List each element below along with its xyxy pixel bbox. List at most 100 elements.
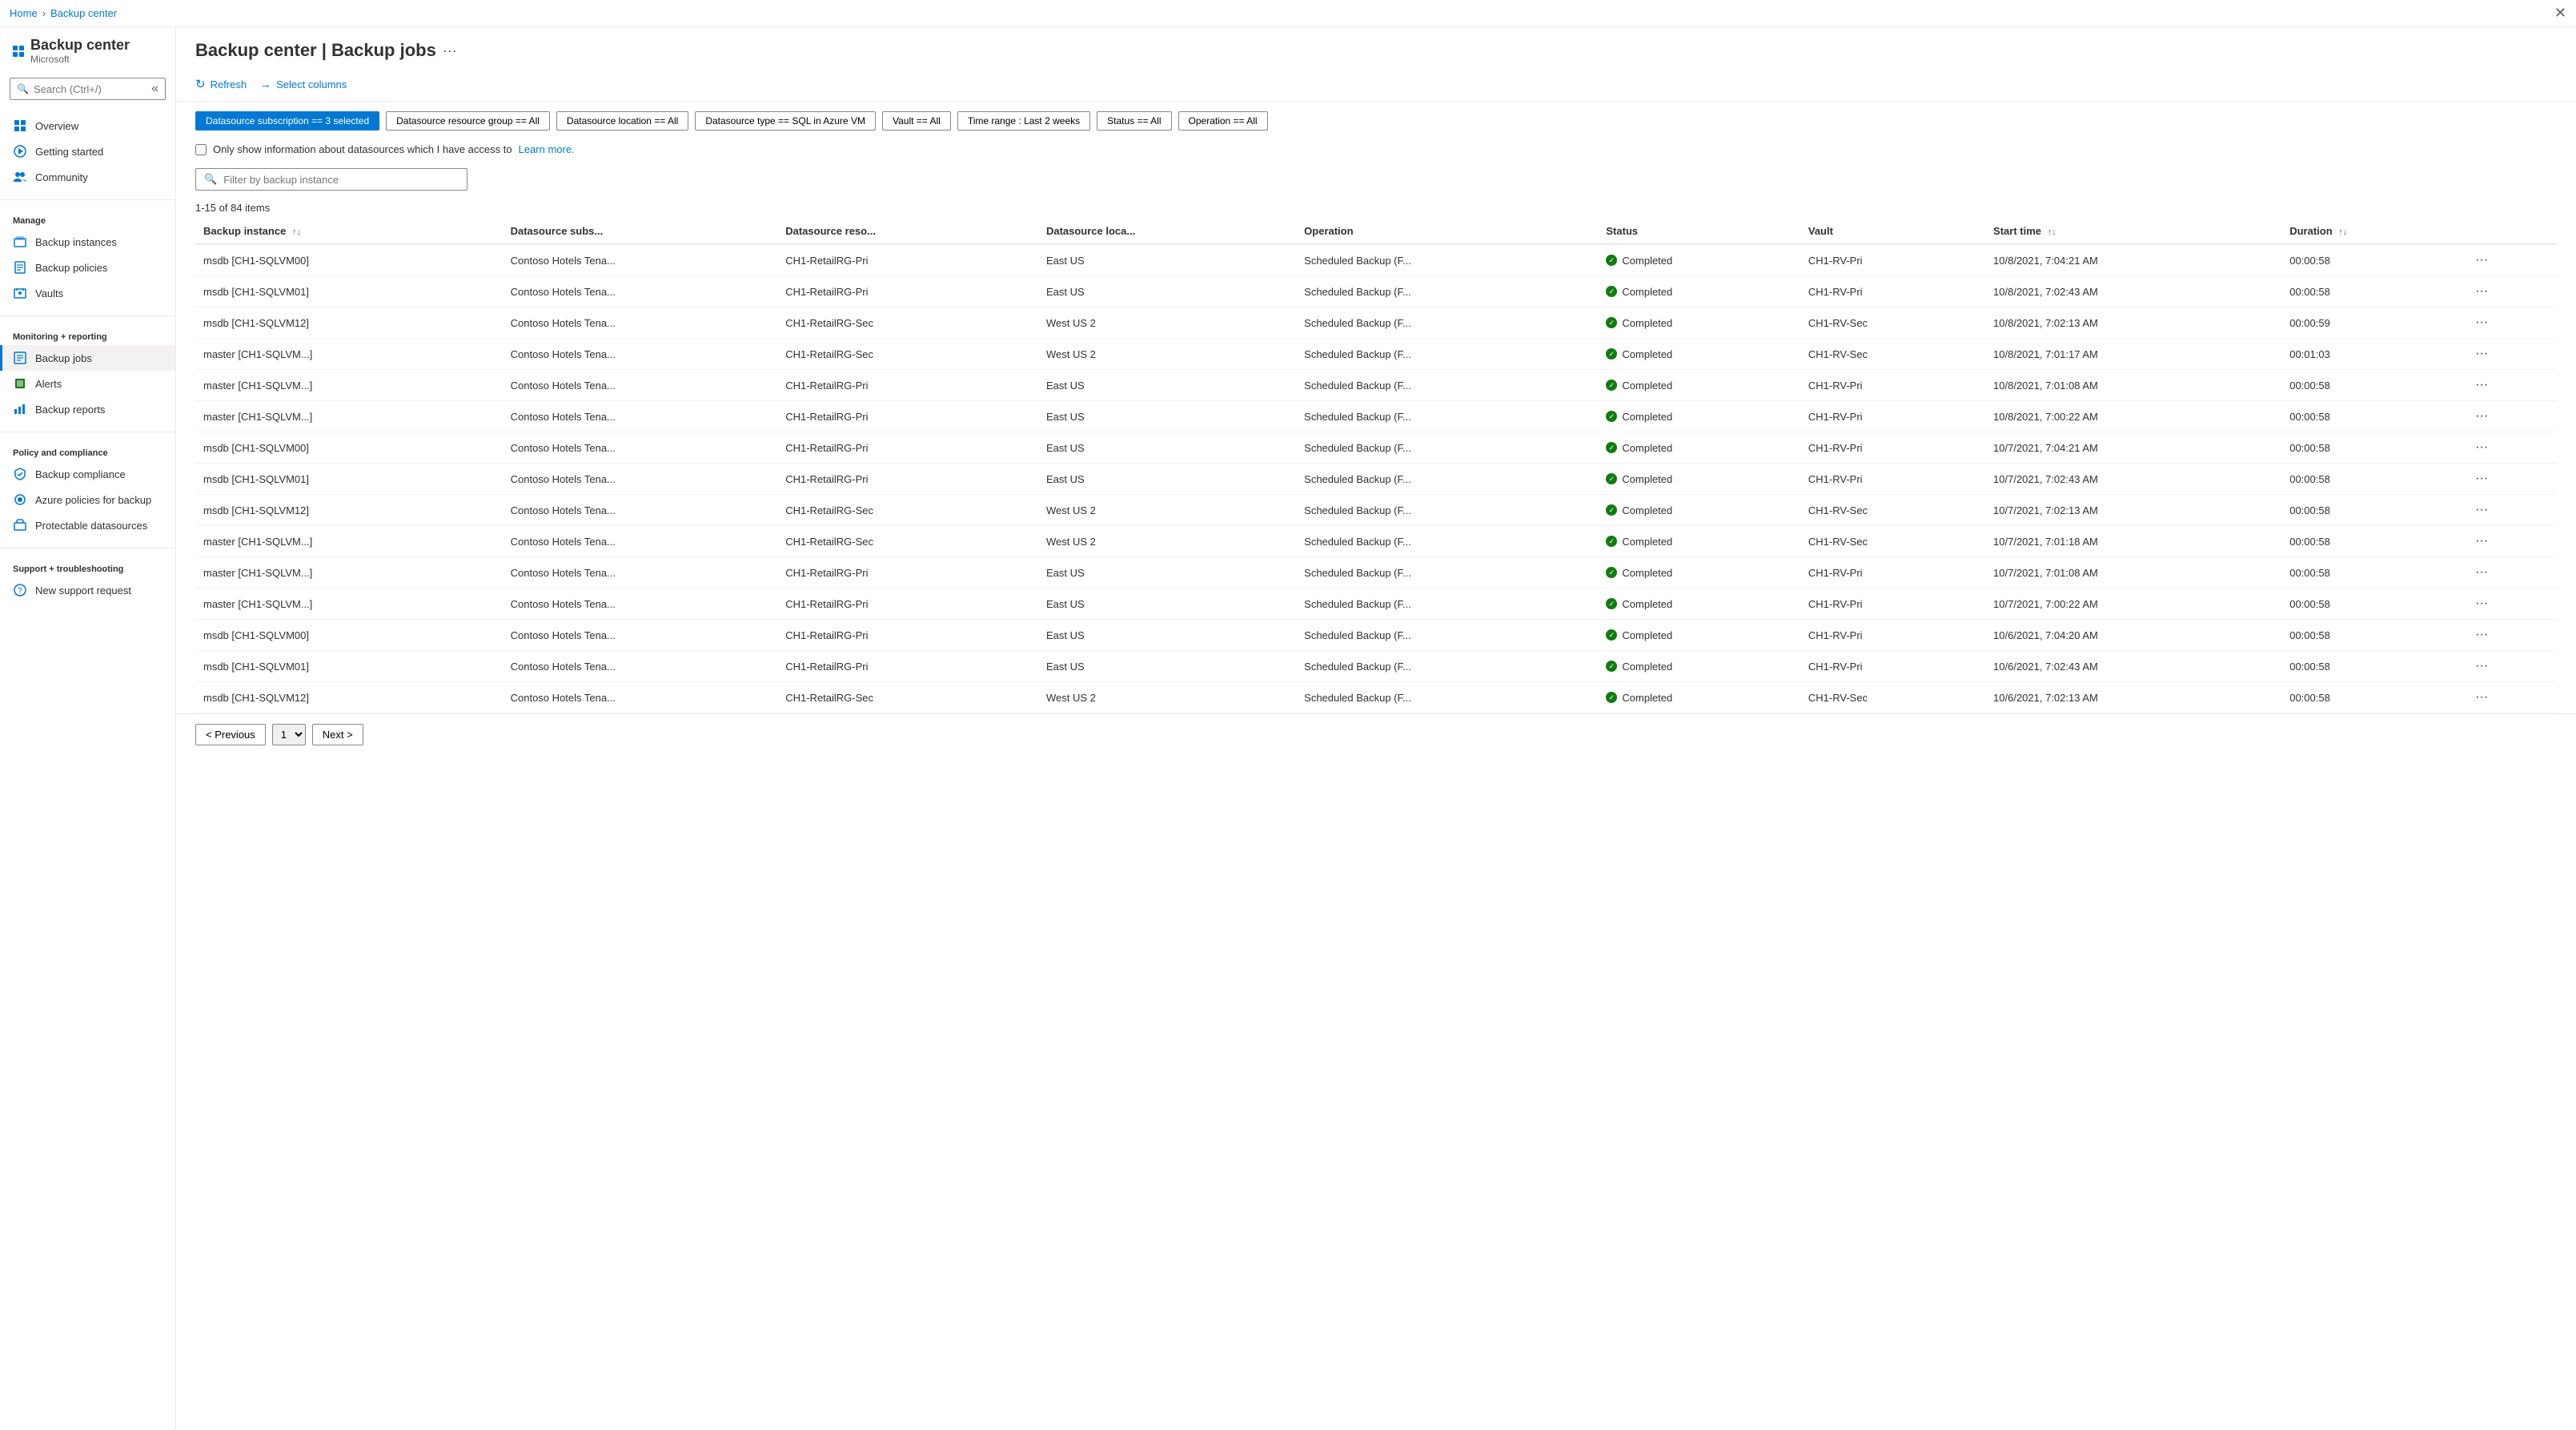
filter-chip-vault[interactable]: Vault == All	[882, 111, 951, 131]
col-status: Status	[1598, 219, 1800, 244]
row-more-actions-10[interactable]: ···	[2470, 564, 2493, 581]
row-more-actions-4[interactable]: ···	[2470, 376, 2493, 394]
cell-duration-4: 00:00:58	[2281, 370, 2462, 401]
sidebar-item-vaults[interactable]: Vaults	[0, 280, 175, 306]
cell-duration-0: 00:00:58	[2281, 244, 2462, 276]
cell-duration-3: 00:01:03	[2281, 339, 2462, 370]
cell-datasource-reso-7: CH1-RetailRG-Pri	[777, 464, 1038, 495]
status-label-3: Completed	[1622, 348, 1672, 360]
search-filter-row: 🔍	[176, 162, 2576, 197]
filter-chip-resource-group[interactable]: Datasource resource group == All	[386, 111, 550, 131]
status-label-13: Completed	[1622, 661, 1672, 673]
cell-datasource-subs-4: Contoso Hotels Tena...	[503, 370, 778, 401]
sidebar-title: Backup center	[30, 37, 130, 54]
cell-backup-instance-6: msdb [CH1-SQLVM00]	[195, 432, 503, 464]
checkbox-label: Only show information about datasources …	[213, 143, 512, 155]
sidebar-item-overview[interactable]: Overview	[0, 113, 175, 139]
sidebar-search-box[interactable]: 🔍 «	[10, 78, 166, 100]
filter-chip-status[interactable]: Status == All	[1097, 111, 1171, 131]
content-header: Backup center | Backup jobs ···	[176, 27, 2576, 67]
row-more-actions-12[interactable]: ···	[2470, 626, 2493, 644]
sidebar-item-azure-policies[interactable]: Azure policies for backup	[0, 487, 175, 512]
sort-start-time-icon[interactable]: ↑↓	[2048, 227, 2056, 237]
filter-chip-type[interactable]: Datasource type == SQL in Azure VM	[695, 111, 876, 131]
cell-datasource-loca-10: East US	[1038, 557, 1296, 588]
sidebar-item-backup-reports[interactable]: Backup reports	[0, 396, 175, 422]
page-more-button[interactable]: ···	[443, 42, 457, 59]
sort-backup-instance-icon[interactable]: ↑↓	[292, 227, 301, 237]
sidebar-item-new-support-label: New support request	[35, 584, 131, 597]
cell-status-1: Completed	[1598, 276, 1800, 307]
cell-datasource-subs-9: Contoso Hotels Tena...	[503, 526, 778, 557]
cell-actions-4: ···	[2462, 370, 2557, 401]
refresh-button[interactable]: ↻ Refresh	[195, 74, 247, 94]
row-more-actions-13[interactable]: ···	[2470, 657, 2493, 675]
cell-backup-instance-2: msdb [CH1-SQLVM12]	[195, 307, 503, 339]
select-columns-button[interactable]: → Select columns	[259, 74, 347, 94]
row-more-actions-6[interactable]: ···	[2470, 439, 2493, 456]
backup-policies-icon	[13, 260, 27, 275]
next-page-button[interactable]: Next >	[312, 724, 363, 745]
row-more-actions-2[interactable]: ···	[2470, 314, 2493, 331]
status-label-14: Completed	[1622, 692, 1672, 704]
search-filter-icon: 🔍	[204, 173, 217, 186]
sort-duration-icon[interactable]: ↑↓	[2338, 227, 2347, 237]
sidebar-item-getting-started-label: Getting started	[35, 146, 103, 158]
row-more-actions-0[interactable]: ···	[2470, 251, 2493, 269]
sidebar-item-getting-started[interactable]: Getting started	[0, 139, 175, 164]
row-more-actions-1[interactable]: ···	[2470, 283, 2493, 300]
cell-start-time-7: 10/7/2021, 7:02:43 AM	[1985, 464, 2281, 495]
status-label-12: Completed	[1622, 629, 1672, 641]
cell-actions-5: ···	[2462, 401, 2557, 432]
cell-backup-instance-3: master [CH1-SQLVM...]	[195, 339, 503, 370]
filter-chip-time-range[interactable]: Time range : Last 2 weeks	[957, 111, 1090, 131]
datasource-access-checkbox[interactable]	[195, 144, 207, 155]
filter-chip-location[interactable]: Datasource location == All	[556, 111, 688, 131]
page-number-select[interactable]: 1 2 3	[272, 724, 306, 745]
cell-start-time-11: 10/7/2021, 7:00:22 AM	[1985, 588, 2281, 620]
cell-duration-10: 00:00:58	[2281, 557, 2462, 588]
sidebar-collapse-button[interactable]: «	[151, 82, 158, 96]
cell-datasource-reso-11: CH1-RetailRG-Pri	[777, 588, 1038, 620]
row-more-actions-9[interactable]: ···	[2470, 532, 2493, 550]
sidebar-search-input[interactable]	[34, 83, 151, 95]
sidebar-item-backup-policies[interactable]: Backup policies	[0, 255, 175, 280]
row-more-actions-3[interactable]: ···	[2470, 345, 2493, 363]
breadcrumb-section[interactable]: Backup center	[50, 7, 117, 19]
sidebar-item-community[interactable]: Community	[0, 164, 175, 190]
filter-chip-subscription[interactable]: Datasource subscription == 3 selected	[195, 111, 379, 131]
sidebar-item-alerts[interactable]: Alerts	[0, 371, 175, 396]
row-more-actions-5[interactable]: ···	[2470, 408, 2493, 425]
row-more-actions-11[interactable]: ···	[2470, 595, 2493, 613]
cell-backup-instance-1: msdb [CH1-SQLVM01]	[195, 276, 503, 307]
cell-actions-11: ···	[2462, 588, 2557, 620]
learn-more-link[interactable]: Learn more.	[519, 143, 575, 155]
sidebar-item-vaults-label: Vaults	[35, 287, 63, 299]
status-dot-5	[1606, 411, 1617, 422]
close-button[interactable]: ✕	[2554, 5, 2566, 22]
filter-chip-operation[interactable]: Operation == All	[1178, 111, 1268, 131]
cell-status-3: Completed	[1598, 339, 1800, 370]
page-title: Backup center | Backup jobs	[195, 40, 436, 61]
previous-page-button[interactable]: < Previous	[195, 724, 266, 745]
sidebar-item-backup-jobs[interactable]: Backup jobs	[0, 345, 175, 371]
backup-instance-filter-input[interactable]	[223, 174, 459, 186]
row-more-actions-7[interactable]: ···	[2470, 470, 2493, 488]
sidebar-item-protectable[interactable]: Protectable datasources	[0, 512, 175, 538]
sidebar-item-backup-compliance[interactable]: Backup compliance	[0, 461, 175, 487]
table-row: msdb [CH1-SQLVM12] Contoso Hotels Tena..…	[195, 682, 2557, 713]
cell-backup-instance-4: master [CH1-SQLVM...]	[195, 370, 503, 401]
breadcrumb-home[interactable]: Home	[10, 7, 38, 19]
status-dot-3	[1606, 348, 1617, 360]
row-more-actions-14[interactable]: ···	[2470, 689, 2493, 706]
getting-started-icon	[13, 144, 27, 159]
status-dot-8	[1606, 504, 1617, 516]
backup-reports-icon	[13, 402, 27, 416]
status-dot-14	[1606, 692, 1617, 703]
sidebar-item-backup-reports-label: Backup reports	[35, 404, 105, 416]
sidebar-item-new-support[interactable]: ? New support request	[0, 577, 175, 603]
cell-start-time-9: 10/7/2021, 7:01:18 AM	[1985, 526, 2281, 557]
sidebar-item-backup-instances[interactable]: Backup instances	[0, 229, 175, 255]
table-row: msdb [CH1-SQLVM01] Contoso Hotels Tena..…	[195, 276, 2557, 307]
row-more-actions-8[interactable]: ···	[2470, 501, 2493, 519]
